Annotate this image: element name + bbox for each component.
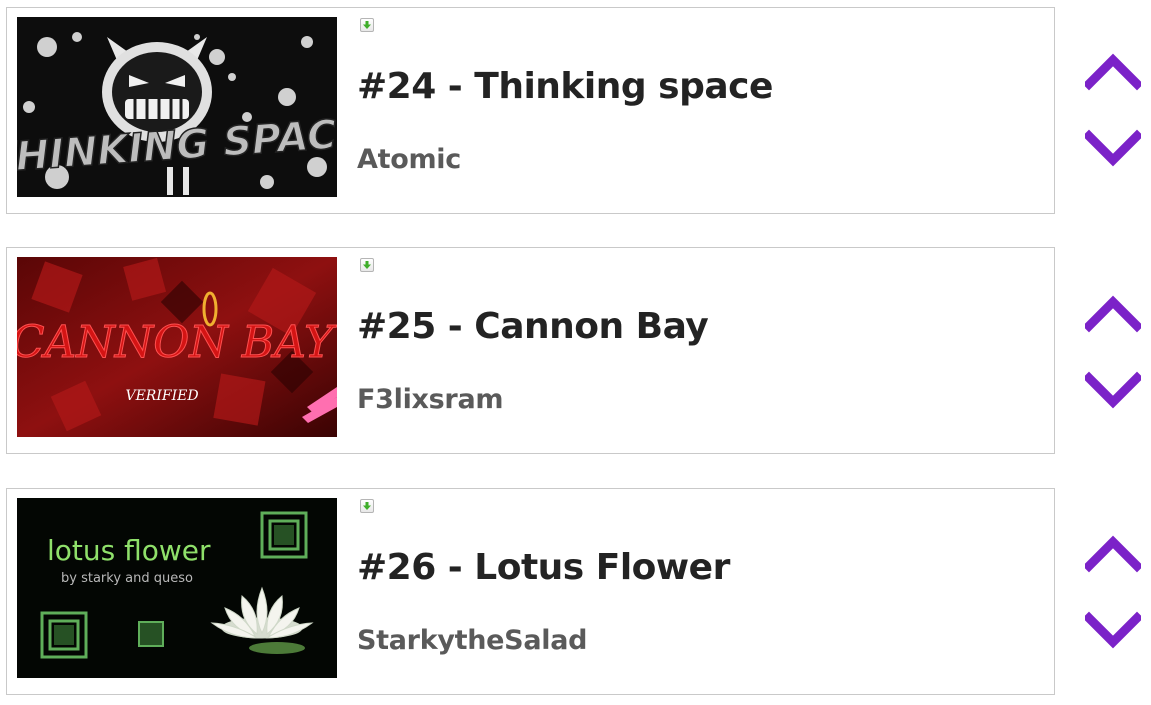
download-icon[interactable] — [360, 258, 374, 272]
thumbnail-subtext: by starky and queso — [61, 571, 193, 586]
thumbnail-image: lotus flower by starky and queso — [17, 498, 337, 678]
chevron-down-icon — [1085, 611, 1141, 649]
level-author[interactable]: F3lixsram — [357, 384, 504, 415]
thumbnail-subtext: VERIFIED — [125, 388, 198, 404]
level-author[interactable]: Atomic — [357, 144, 461, 175]
level-card: lotus flower by starky and queso #26 - L… — [6, 488, 1055, 695]
move-up-button[interactable] — [1085, 534, 1141, 574]
level-thumbnail[interactable]: lotus flower by starky and queso — [17, 498, 337, 678]
move-up-button[interactable] — [1085, 52, 1141, 92]
chevron-down-icon — [1085, 129, 1141, 167]
level-thumbnail[interactable]: THINKING SPACE — [17, 17, 337, 197]
level-title[interactable]: #25 - Cannon Bay — [357, 306, 709, 347]
move-up-button[interactable] — [1085, 294, 1141, 334]
level-thumbnail[interactable]: CANNON BAY VERIFIED — [17, 257, 337, 437]
level-card: THINKING SPACE #24 - Thinking space Atom… — [6, 7, 1055, 214]
level-author[interactable]: StarkytheSalad — [357, 625, 587, 656]
thumbnail-text: lotus flower — [47, 534, 211, 567]
move-down-button[interactable] — [1085, 128, 1141, 168]
chevron-up-icon — [1085, 295, 1141, 333]
download-icon[interactable] — [360, 499, 374, 513]
thumbnail-image: THINKING SPACE — [17, 17, 337, 197]
chevron-up-icon — [1085, 53, 1141, 91]
thumbnail-text: CANNON BAY — [17, 317, 337, 368]
level-title[interactable]: #24 - Thinking space — [357, 66, 773, 107]
level-list: THINKING SPACE #24 - Thinking space Atom… — [0, 0, 1151, 705]
download-icon[interactable] — [360, 18, 374, 32]
move-down-button[interactable] — [1085, 610, 1141, 650]
chevron-down-icon — [1085, 371, 1141, 409]
thumbnail-image: CANNON BAY VERIFIED — [17, 257, 337, 437]
level-title[interactable]: #26 - Lotus Flower — [357, 547, 730, 588]
move-down-button[interactable] — [1085, 370, 1141, 410]
level-card: CANNON BAY VERIFIED #25 - Cannon Bay F3l… — [6, 247, 1055, 454]
chevron-up-icon — [1085, 535, 1141, 573]
